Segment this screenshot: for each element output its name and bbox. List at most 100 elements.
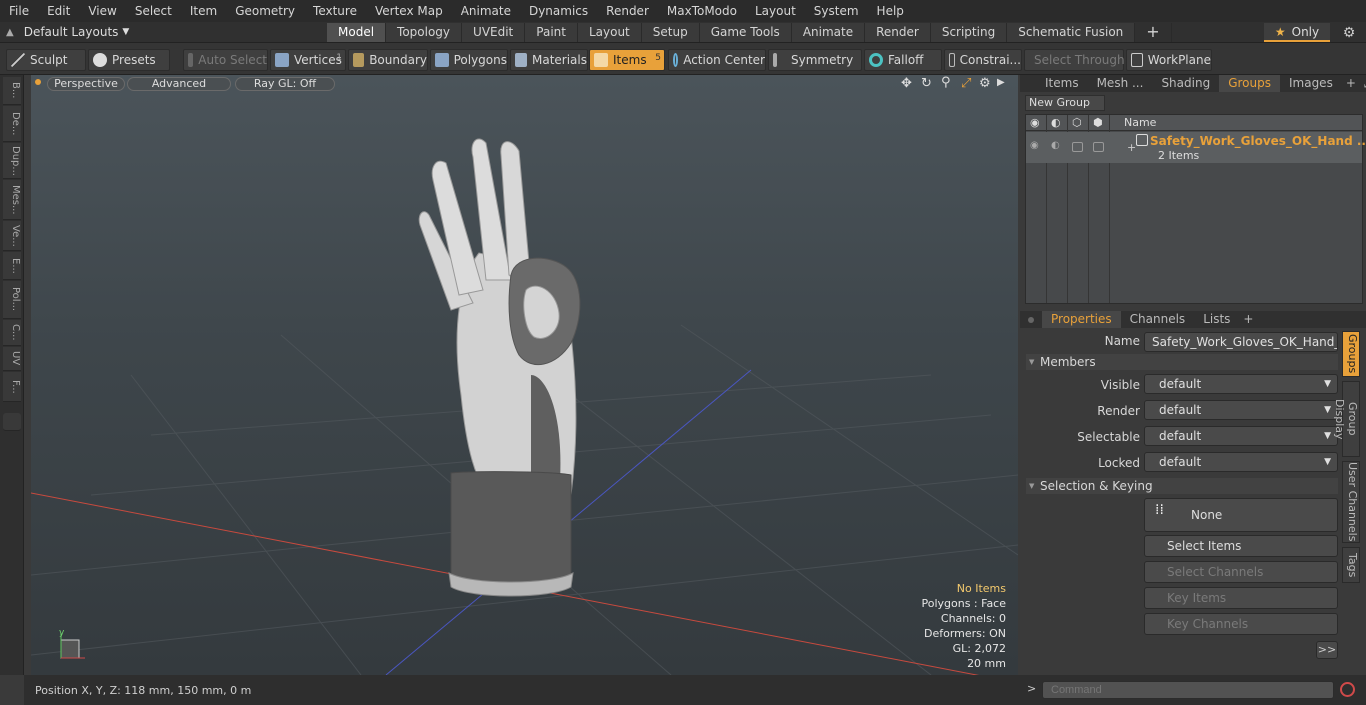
more-button[interactable]: >> — [1316, 641, 1338, 659]
rotate-icon[interactable]: ↻ — [921, 76, 932, 91]
viewport-menu-dot-icon[interactable] — [35, 79, 41, 85]
left-tab-duplicate[interactable]: Dup... — [3, 143, 21, 179]
menu-dynamics[interactable]: Dynamics — [520, 0, 597, 22]
menu-geometry[interactable]: Geometry — [226, 0, 304, 22]
tab-model[interactable]: Model — [327, 23, 387, 42]
fit-icon[interactable]: ⤢ — [961, 76, 971, 91]
select-through-button[interactable]: Select Through — [1024, 49, 1125, 71]
add-prop-tab-button[interactable]: + — [1239, 311, 1257, 328]
pan-icon[interactable]: ✥ — [901, 76, 912, 91]
vtab-group-display[interactable]: Group Display — [1333, 381, 1360, 457]
menu-item[interactable]: Item — [181, 0, 226, 22]
falloff-button[interactable]: Falloff — [864, 49, 942, 71]
tab-setup[interactable]: Setup — [641, 23, 700, 42]
workplane-button[interactable]: WorkPlane — [1126, 49, 1212, 71]
visible-select[interactable]: default ▼ — [1144, 374, 1338, 394]
properties-dot-icon[interactable] — [1028, 316, 1034, 323]
viewport-gear-icon[interactable]: ⚙ — [979, 76, 991, 91]
menu-view[interactable]: View — [79, 0, 125, 22]
tab-shading[interactable]: Shading — [1152, 75, 1219, 92]
render-select[interactable]: default ▼ — [1144, 400, 1338, 420]
vertices-button[interactable]: Vertices 1 — [270, 49, 346, 71]
tab-layout[interactable]: Layout — [577, 23, 642, 42]
menu-layout[interactable]: Layout — [746, 0, 805, 22]
vtab-groups[interactable]: Groups — [1342, 331, 1360, 377]
select-items-button[interactable]: Select Items — [1144, 535, 1338, 557]
presets-button[interactable]: Presets — [88, 49, 170, 71]
zoom-icon[interactable]: ⚲ — [941, 75, 951, 90]
key-channels-button[interactable]: Key Channels — [1144, 613, 1338, 635]
row-eye-icon[interactable]: ◉ — [1030, 140, 1039, 151]
eye-icon[interactable]: ◉ — [1030, 116, 1040, 129]
tab-paint[interactable]: Paint — [525, 23, 578, 42]
left-tab-deform[interactable]: De... — [3, 106, 21, 142]
tab-animate[interactable]: Animate — [791, 23, 866, 42]
menu-vertex-map[interactable]: Vertex Map — [366, 0, 452, 22]
tab-schematic-fusion[interactable]: Schematic Fusion — [1007, 23, 1136, 42]
name-column-header[interactable]: Name — [1124, 116, 1156, 129]
left-tab-extra[interactable] — [3, 413, 21, 431]
left-tab-uv[interactable]: UV — [3, 347, 21, 371]
menu-system[interactable]: System — [805, 0, 868, 22]
selection-keying-section[interactable]: Selection & Keying — [1026, 478, 1338, 494]
tab-topology[interactable]: Topology — [386, 23, 463, 42]
left-tab-basic[interactable]: B... — [3, 77, 21, 105]
render-icon[interactable]: ◐ — [1051, 116, 1061, 129]
3d-viewport[interactable]: y Perspective Advanced Ray GL: Off ✥ ↻ ⚲… — [31, 75, 1018, 675]
tab-groups[interactable]: Groups — [1219, 75, 1280, 92]
locked-select[interactable]: default ▼ — [1144, 452, 1338, 472]
group-row[interactable]: ◉ ◐ + Safety_Work_Gloves_OK_Hand ... 2 I… — [1026, 132, 1366, 163]
menu-select[interactable]: Select — [126, 0, 181, 22]
left-tab-vertex[interactable]: Ve... — [3, 221, 21, 251]
tab-uvedit[interactable]: UVEdit — [462, 23, 526, 42]
selectable-select[interactable]: default ▼ — [1144, 426, 1338, 446]
tab-lists[interactable]: Lists — [1194, 311, 1239, 328]
menu-texture[interactable]: Texture — [304, 0, 366, 22]
tab-render[interactable]: Render — [865, 23, 931, 42]
none-button[interactable]: ⁞⁞ None — [1144, 498, 1338, 532]
record-icon[interactable] — [1340, 682, 1355, 697]
tab-mesh[interactable]: Mesh ... — [1088, 75, 1153, 92]
selectable-icon[interactable]: ⬡ — [1072, 116, 1082, 129]
menu-animate[interactable]: Animate — [452, 0, 520, 22]
symmetry-button[interactable]: Symmetry — [768, 49, 862, 71]
boundary-button[interactable]: Boundary — [348, 49, 428, 71]
viewport-more-icon[interactable]: ▶ — [997, 77, 1005, 88]
only-button[interactable]: ★ Only — [1264, 23, 1330, 42]
menu-edit[interactable]: Edit — [38, 0, 79, 22]
select-channels-button[interactable]: Select Channels — [1144, 561, 1338, 583]
add-right-tab-button[interactable]: + — [1342, 75, 1360, 92]
auto-select-button[interactable]: Auto Select — [183, 49, 268, 71]
key-items-button[interactable]: Key Items — [1144, 587, 1338, 609]
left-tab-edge[interactable]: E... — [3, 252, 21, 280]
vtab-user-channels[interactable]: User Channels — [1342, 461, 1360, 543]
menu-help[interactable]: Help — [868, 0, 913, 22]
left-tab-mesh[interactable]: Mes... — [3, 180, 21, 220]
row-select-checkbox[interactable] — [1072, 142, 1083, 152]
left-tab-fusion[interactable]: F... — [3, 372, 21, 402]
row-lock-checkbox[interactable] — [1093, 142, 1104, 152]
sculpt-button[interactable]: Sculpt — [6, 49, 86, 71]
menu-maxtomodo[interactable]: MaxToModo — [658, 0, 746, 22]
tab-game-tools[interactable]: Game Tools — [699, 23, 792, 42]
advanced-button[interactable]: Advanced — [127, 77, 231, 91]
members-section[interactable]: Members — [1026, 354, 1338, 370]
constraints-button[interactable]: Constrai... — [944, 49, 1022, 71]
raygl-button[interactable]: Ray GL: Off — [235, 77, 335, 91]
perspective-button[interactable]: Perspective — [47, 77, 125, 91]
menu-render[interactable]: Render — [597, 0, 658, 22]
menu-file[interactable]: File — [0, 0, 38, 22]
left-tab-polygon[interactable]: Pol... — [3, 281, 21, 319]
row-render-icon[interactable]: ◐ — [1051, 140, 1060, 151]
layout-selector[interactable]: ▲ Default Layouts ▼ — [0, 22, 136, 42]
command-input[interactable] — [1042, 681, 1334, 699]
tab-items[interactable]: Items — [1036, 75, 1088, 92]
tab-scripting[interactable]: Scripting — [930, 23, 1008, 42]
left-tab-curve[interactable]: C... — [3, 320, 21, 346]
expand-plus-icon[interactable]: + — [1127, 141, 1136, 154]
materials-button[interactable]: Materials — [510, 49, 588, 71]
add-tab-button[interactable]: + — [1135, 23, 1172, 42]
gear-icon[interactable]: ⚙ — [1336, 23, 1362, 42]
tab-images[interactable]: Images — [1280, 75, 1342, 92]
polygons-button[interactable]: Polygons — [430, 49, 508, 71]
